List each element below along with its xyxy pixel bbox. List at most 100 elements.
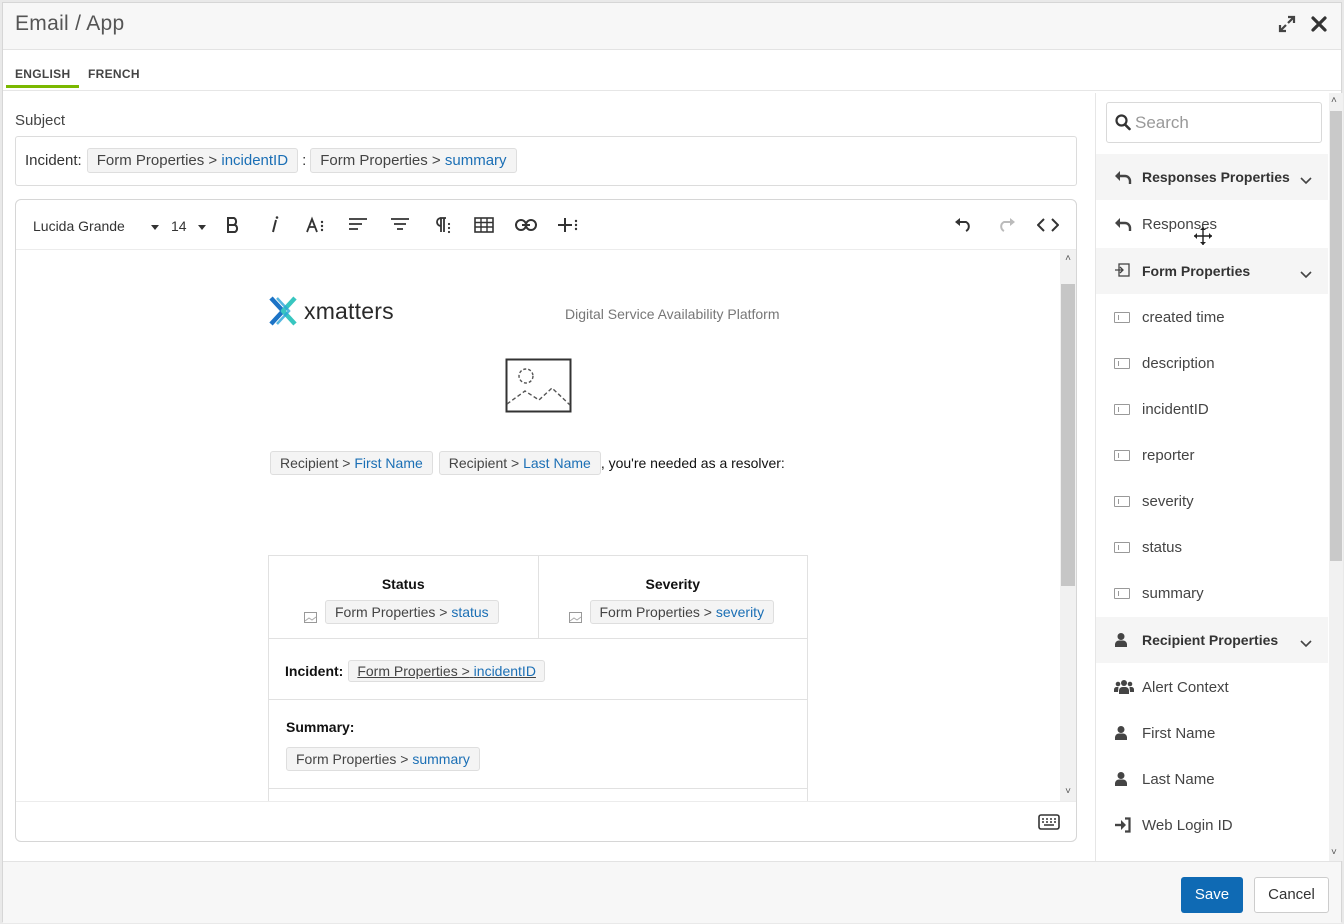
field-icon	[1114, 358, 1130, 369]
caret-down-icon	[198, 224, 207, 230]
field-icon	[1114, 450, 1130, 461]
chevron-down-icon	[1300, 172, 1312, 190]
users-icon	[1114, 679, 1134, 700]
caret-down-icon	[150, 224, 159, 230]
scroll-up-icon[interactable]: ˄	[1331, 95, 1337, 106]
subject-chip-incidentid[interactable]: Form Properties > incidentID	[86, 148, 299, 173]
group-recipient-properties[interactable]: Recipient Properties	[1096, 617, 1328, 663]
recipient-last-name-chip[interactable]: Recipient > Last Name	[438, 451, 601, 475]
align-left-icon[interactable]	[346, 213, 370, 237]
sidebar-item-web-login-id[interactable]: Web Login ID	[1096, 802, 1328, 848]
save-button[interactable]: Save	[1181, 877, 1243, 913]
chip-group: Form Properties >	[96, 152, 218, 169]
image-placeholder-icon[interactable]	[505, 358, 572, 418]
subject-field[interactable]: Incident: Form Properties > incidentID :…	[15, 136, 1077, 186]
user-icon	[1114, 632, 1128, 653]
sidebar-item-description[interactable]: description	[1096, 340, 1328, 386]
group-title: Form Properties	[1142, 263, 1251, 279]
rich-text-editor: Lucida Grande 14 xmatters Digital Servic…	[15, 199, 1077, 842]
reply-icon	[1114, 169, 1132, 190]
field-icon	[1114, 404, 1130, 415]
expand-icon[interactable]	[1278, 15, 1296, 38]
sidebar-item-incidentid[interactable]: incidentID	[1096, 386, 1328, 432]
field-icon	[1114, 312, 1130, 323]
tab-french[interactable]: FRENCH	[88, 67, 140, 81]
editor-status-bar	[16, 801, 1076, 841]
incident-cell: Incident: Form Properties > incidentID	[268, 638, 808, 700]
chevron-down-icon	[1300, 266, 1312, 284]
sidebar-item-reporter[interactable]: reporter	[1096, 432, 1328, 478]
insert-more-icon[interactable]	[556, 213, 580, 237]
form-import-icon	[1114, 263, 1130, 282]
search-icon	[1115, 114, 1131, 136]
severity-chip[interactable]: Form Properties > severity	[589, 600, 775, 624]
recipient-first-name-chip[interactable]: Recipient > First Name	[270, 451, 433, 475]
incident-link-chip[interactable]: Form Properties > incidentID	[348, 660, 545, 682]
chip-field: incidentID	[473, 663, 536, 679]
field-icon	[1114, 496, 1130, 507]
status-chip[interactable]: Form Properties > status	[325, 600, 499, 624]
font-size-select[interactable]: 14	[171, 218, 207, 234]
sidebar-item-responses[interactable]: Responses	[1096, 201, 1328, 247]
email-body-canvas[interactable]: xmatters Digital Service Availability Pl…	[16, 250, 1060, 801]
link-icon[interactable]	[514, 213, 538, 237]
sidebar-item-status[interactable]: status	[1096, 524, 1328, 570]
sidebar-item-summary[interactable]: summary	[1096, 570, 1328, 616]
italic-icon[interactable]	[263, 213, 287, 237]
font-size-icon[interactable]	[304, 213, 328, 237]
keyboard-icon[interactable]	[1038, 814, 1060, 835]
subject-label: Subject	[15, 112, 66, 129]
sidebar-scroll-thumb[interactable]	[1330, 111, 1342, 561]
font-family-select[interactable]: Lucida Grande	[33, 218, 159, 234]
sidebar-item-last-name[interactable]: Last Name	[1096, 756, 1328, 802]
scroll-up-icon[interactable]: ˄	[1063, 254, 1073, 264]
group-form-properties[interactable]: Form Properties	[1096, 248, 1328, 294]
redo-icon[interactable]	[994, 213, 1018, 237]
property-search-input[interactable]: Search	[1106, 102, 1322, 143]
scroll-down-icon[interactable]: ˅	[1331, 847, 1337, 858]
table-icon[interactable]	[472, 213, 496, 237]
search-placeholder: Search	[1135, 113, 1189, 132]
dialog-title: Email / App	[15, 12, 125, 35]
subject-chip-summary[interactable]: Form Properties > summary	[310, 148, 517, 173]
item-label: Web Login ID	[1142, 817, 1233, 834]
scroll-down-icon[interactable]: ˅	[1063, 787, 1073, 797]
group-responses-properties[interactable]: Responses Properties	[1096, 154, 1328, 200]
bold-icon[interactable]	[221, 213, 245, 237]
summary-chip[interactable]: Form Properties > summary	[286, 747, 480, 771]
align-center-icon[interactable]	[388, 213, 412, 237]
cancel-button[interactable]: Cancel	[1254, 877, 1329, 913]
sidebar-item-created-time[interactable]: created time	[1096, 294, 1328, 340]
reply-icon	[1114, 216, 1132, 237]
subject-separator: :	[302, 152, 307, 169]
sidebar-item-first-name[interactable]: First Name	[1096, 710, 1328, 756]
dialog-footer: Save Cancel	[3, 861, 1341, 923]
sidebar-item-severity[interactable]: severity	[1096, 478, 1328, 524]
logo-text: xmatters	[304, 297, 394, 324]
item-label: reporter	[1142, 447, 1195, 464]
tab-english[interactable]: ENGLISH	[5, 67, 80, 88]
greeting-line: Recipient > First Name Recipient > Last …	[270, 451, 785, 475]
paragraph-icon[interactable]	[430, 213, 454, 237]
field-icon	[1114, 542, 1130, 553]
editor-toolbar: Lucida Grande 14	[16, 200, 1076, 250]
undo-icon[interactable]	[952, 213, 976, 237]
image-icon	[304, 610, 317, 628]
sign-in-icon	[1114, 817, 1132, 838]
dialog-titlebar: Email / App	[3, 3, 1341, 50]
item-label: Last Name	[1142, 771, 1215, 788]
editor-scrollbar[interactable]: ˄ ˅	[1060, 250, 1076, 801]
item-label: created time	[1142, 309, 1225, 326]
xmatters-logo: xmatters	[268, 295, 394, 327]
sidebar-item-alert-context[interactable]: Alert Context	[1096, 664, 1328, 710]
sidebar-scrollbar[interactable]: ˄ ˅	[1329, 93, 1343, 861]
code-view-icon[interactable]	[1036, 213, 1060, 237]
item-label: severity	[1142, 493, 1194, 510]
user-icon	[1114, 771, 1128, 792]
field-icon	[1114, 588, 1130, 599]
chip-group: Form Properties >	[320, 152, 441, 169]
editor-scroll-thumb[interactable]	[1061, 284, 1075, 586]
chip-field: First Name	[354, 455, 423, 471]
incident-info-table: Status Form Properties > status Severity	[268, 555, 808, 801]
close-icon[interactable]	[1310, 15, 1328, 38]
